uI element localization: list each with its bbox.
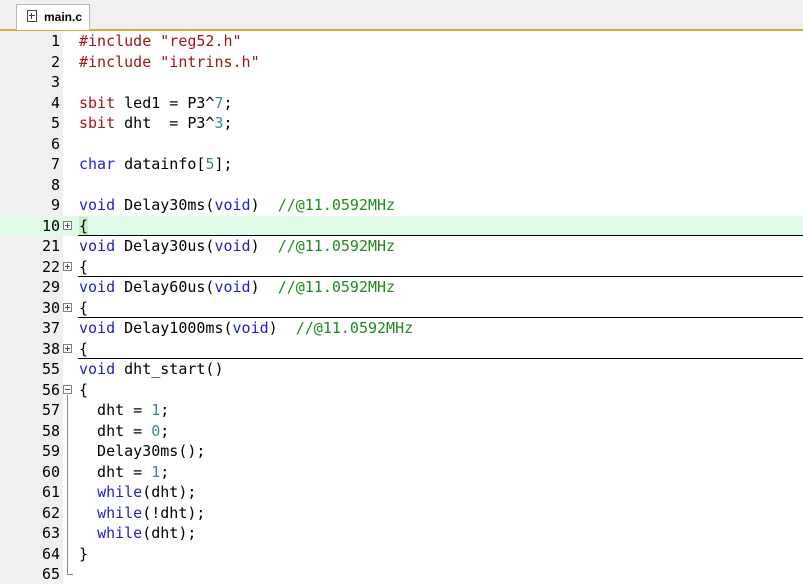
line-number: 22 — [41, 257, 60, 276]
expand-fold-icon[interactable] — [63, 261, 72, 271]
line-number: 21 — [41, 237, 60, 255]
code-line[interactable]: 63 while(dht); — [0, 523, 803, 543]
code-line[interactable]: 55 void dht_start() — [0, 359, 803, 379]
code-text: void Delay30us(void) //@11.0592MHz — [79, 237, 396, 255]
collapse-fold-icon[interactable] — [63, 384, 72, 394]
code-line[interactable]: 56 { — [0, 380, 803, 400]
fold-guide — [67, 394, 68, 574]
line-number: 64 — [41, 544, 60, 563]
code-text: #include "intrins.h" — [79, 52, 260, 71]
expand-fold-icon[interactable] — [63, 343, 72, 353]
code-line[interactable]: 10 { — [0, 215, 803, 236]
line-number: 37 — [41, 319, 60, 337]
line-number: 30 — [41, 298, 60, 317]
code-line[interactable]: 61 while(dht); — [0, 482, 803, 502]
line-number: 4 — [50, 93, 60, 112]
code-line[interactable]: 38 { — [0, 339, 803, 359]
code-line[interactable]: 37 void Delay1000ms(void) //@11.0592MHz — [0, 318, 803, 338]
code-line[interactable]: 3 — [0, 72, 803, 92]
line-number: 63 — [41, 524, 60, 542]
code-text: void Delay1000ms(void) //@11.0592MHz — [79, 319, 414, 337]
code-line[interactable]: 62 while(!dht); — [0, 503, 803, 523]
code-text: } — [79, 544, 89, 563]
code-text: dht = 1; — [79, 462, 170, 481]
code-text: { — [79, 257, 89, 276]
code-line[interactable]: 57 dht = 1; — [0, 400, 803, 420]
code-text: #include "reg52.h" — [79, 32, 242, 50]
line-number: 55 — [41, 360, 60, 378]
code-text: void Delay30ms(void) //@11.0592MHz — [79, 196, 396, 214]
code-line[interactable]: 9 void Delay30ms(void) //@11.0592MHz — [0, 195, 803, 215]
code-line[interactable]: 30 { — [0, 298, 803, 318]
code-line[interactable]: 21 void Delay30us(void) //@11.0592MHz — [0, 236, 803, 256]
code-line[interactable]: 58 dht = 0; — [0, 421, 803, 441]
line-number: 58 — [41, 421, 60, 440]
tab-label: main.c — [44, 10, 83, 24]
line-number: 5 — [50, 114, 60, 132]
code-text: dht = 0; — [79, 421, 170, 440]
code-text: char datainfo[5]; — [79, 155, 233, 173]
line-number: 3 — [50, 73, 60, 91]
code-line[interactable]: 65 — [0, 564, 803, 584]
tab-main-c[interactable]: main.c — [16, 4, 90, 30]
code-line[interactable]: 22 { — [0, 257, 803, 277]
code-text: { — [79, 339, 89, 358]
c-file-icon — [27, 10, 37, 22]
code-line[interactable]: 29 void Delay60us(void) //@11.0592MHz — [0, 277, 803, 297]
fold-guide-end — [67, 574, 73, 575]
code-editor[interactable]: 1 #include "reg52.h" 2 #include "intrins.h"… — [0, 31, 803, 584]
code-line[interactable]: 4 sbit led1 = P3^7; — [0, 93, 803, 113]
code-text: while(dht); — [97, 524, 197, 542]
code-line[interactable]: 1 #include "reg52.h" — [0, 31, 803, 51]
code-text: { — [79, 216, 89, 235]
line-number: 57 — [41, 401, 60, 419]
code-text: void Delay60us(void) //@11.0592MHz — [79, 278, 396, 296]
code-text: Delay30ms(); — [79, 442, 206, 460]
code-line[interactable]: 7 char datainfo[5]; — [0, 154, 803, 174]
code-line[interactable]: 2 #include "intrins.h" — [0, 52, 803, 72]
code-line[interactable]: 5 sbit dht = P3^3; — [0, 113, 803, 133]
code-text: while(dht); — [97, 483, 197, 501]
code-text: sbit led1 = P3^7; — [79, 93, 233, 112]
line-number: 38 — [41, 339, 60, 358]
code-line[interactable]: 59 Delay30ms(); — [0, 441, 803, 461]
line-number: 7 — [50, 155, 60, 173]
tab-bar: main.c — [0, 0, 803, 31]
expand-fold-icon[interactable] — [63, 302, 72, 312]
code-line[interactable]: 64} — [0, 544, 803, 564]
expand-fold-icon[interactable] — [63, 220, 72, 230]
code-text: { — [79, 380, 89, 399]
line-number: 60 — [41, 462, 60, 481]
line-number: 65 — [41, 565, 60, 583]
line-number: 9 — [50, 196, 60, 214]
code-line[interactable]: 6 — [0, 134, 803, 154]
line-number: 1 — [50, 32, 60, 50]
line-number: 8 — [50, 175, 60, 194]
code-line[interactable]: 60 dht = 1; — [0, 462, 803, 482]
line-number: 56 — [41, 380, 60, 399]
code-text: sbit dht = P3^3; — [79, 114, 233, 132]
code-text: while(!dht); — [97, 503, 206, 522]
line-number: 2 — [50, 52, 60, 71]
code-text: dht = 1; — [79, 401, 170, 419]
line-number: 59 — [41, 442, 60, 460]
line-number: 61 — [41, 483, 60, 501]
line-number: 29 — [41, 278, 60, 296]
line-number: 10 — [41, 216, 60, 235]
code-text: { — [79, 298, 89, 317]
line-number: 6 — [50, 134, 60, 153]
code-line[interactable]: 8 — [0, 175, 803, 195]
code-text: void dht_start() — [79, 360, 224, 378]
line-number: 62 — [41, 503, 60, 522]
